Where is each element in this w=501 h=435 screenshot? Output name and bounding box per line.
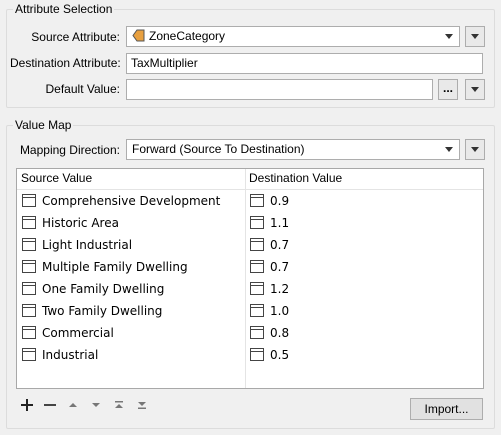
mapping-direction-label: Mapping Direction:: [19, 143, 120, 157]
default-value-ellipsis-button[interactable]: ...: [438, 79, 458, 100]
table-row[interactable]: Commercial 0.8: [17, 322, 483, 344]
text-field-icon: [250, 348, 264, 361]
text-field-icon: [250, 260, 264, 273]
column-header-destination[interactable]: Destination Value: [245, 169, 342, 188]
destination-value-cell[interactable]: 0.8: [270, 322, 289, 344]
text-field-icon: [250, 238, 264, 251]
destination-value-cell[interactable]: 1.0: [270, 300, 289, 322]
text-field-icon: [22, 304, 36, 317]
table-row[interactable]: Light Industrial 0.7: [17, 234, 483, 256]
text-field-icon: [22, 348, 36, 361]
attribute-tag-icon: [132, 29, 145, 42]
move-down-icon[interactable]: [88, 398, 104, 414]
table-row[interactable]: Comprehensive Development 0.9: [17, 190, 483, 212]
source-attribute-combo[interactable]: ZoneCategory: [126, 26, 460, 47]
destination-attribute-label: Destination Attribute:: [10, 56, 121, 70]
table-row[interactable]: Historic Area 1.1: [17, 212, 483, 234]
source-value-cell[interactable]: Commercial: [42, 322, 114, 344]
text-field-icon: [22, 282, 36, 295]
text-field-icon: [22, 326, 36, 339]
destination-value-cell[interactable]: 0.5: [270, 344, 289, 366]
text-field-icon: [250, 326, 264, 339]
text-field-icon: [250, 304, 264, 317]
text-field-icon: [22, 194, 36, 207]
chevron-down-icon: [471, 87, 479, 92]
destination-attribute-field[interactable]: TaxMultiplier: [126, 53, 483, 74]
chevron-down-icon: [471, 147, 479, 152]
text-field-icon: [22, 260, 36, 273]
table-row[interactable]: Multiple Family Dwelling 0.7: [17, 256, 483, 278]
source-value-cell[interactable]: Multiple Family Dwelling: [42, 256, 188, 278]
text-field-icon: [250, 216, 264, 229]
table-row[interactable]: Industrial 0.5: [17, 344, 483, 366]
source-value-cell[interactable]: One Family Dwelling: [42, 278, 164, 300]
plus-icon[interactable]: [19, 398, 35, 414]
attribute-selection-title: Attribute Selection: [13, 2, 115, 16]
source-attribute-label: Source Attribute:: [31, 30, 120, 44]
chevron-down-icon: [471, 34, 479, 39]
source-value-cell[interactable]: Light Industrial: [42, 234, 132, 256]
destination-value-cell[interactable]: 1.2: [270, 278, 289, 300]
move-bottom-icon[interactable]: [134, 398, 150, 414]
text-field-icon: [22, 216, 36, 229]
column-header-source[interactable]: Source Value: [17, 169, 92, 188]
value-map-table[interactable]: Source Value Destination Value Comprehen…: [16, 168, 484, 389]
mapping-direction-value: Forward (Source To Destination): [132, 142, 305, 156]
text-field-icon: [22, 238, 36, 251]
text-field-icon: [250, 194, 264, 207]
source-value-cell[interactable]: Two Family Dwelling: [42, 300, 162, 322]
source-attribute-menu-button[interactable]: [465, 26, 485, 47]
table-row[interactable]: One Family Dwelling 1.2: [17, 278, 483, 300]
destination-value-cell[interactable]: 0.7: [270, 256, 289, 278]
table-row[interactable]: Two Family Dwelling 1.0: [17, 300, 483, 322]
text-field-icon: [250, 282, 264, 295]
chevron-down-icon: [445, 147, 453, 152]
import-button[interactable]: Import...: [410, 398, 483, 420]
destination-value-cell[interactable]: 0.7: [270, 234, 289, 256]
chevron-down-icon: [445, 34, 453, 39]
source-value-cell[interactable]: Historic Area: [42, 212, 119, 234]
destination-value-cell[interactable]: 1.1: [270, 212, 289, 234]
move-up-icon[interactable]: [65, 398, 81, 414]
value-map-title: Value Map: [13, 118, 74, 132]
minus-icon[interactable]: [42, 398, 58, 414]
move-top-icon[interactable]: [111, 398, 127, 414]
default-value-field[interactable]: [126, 79, 433, 100]
source-value-cell[interactable]: Comprehensive Development: [42, 190, 220, 212]
source-value-cell[interactable]: Industrial: [42, 344, 98, 366]
default-value-menu-button[interactable]: [465, 79, 485, 100]
destination-value-cell[interactable]: 0.9: [270, 190, 289, 212]
mapping-direction-combo[interactable]: Forward (Source To Destination): [126, 139, 460, 160]
source-attribute-value: ZoneCategory: [149, 29, 226, 43]
mapping-direction-menu-button[interactable]: [465, 139, 485, 160]
default-value-label: Default Value:: [45, 82, 121, 96]
